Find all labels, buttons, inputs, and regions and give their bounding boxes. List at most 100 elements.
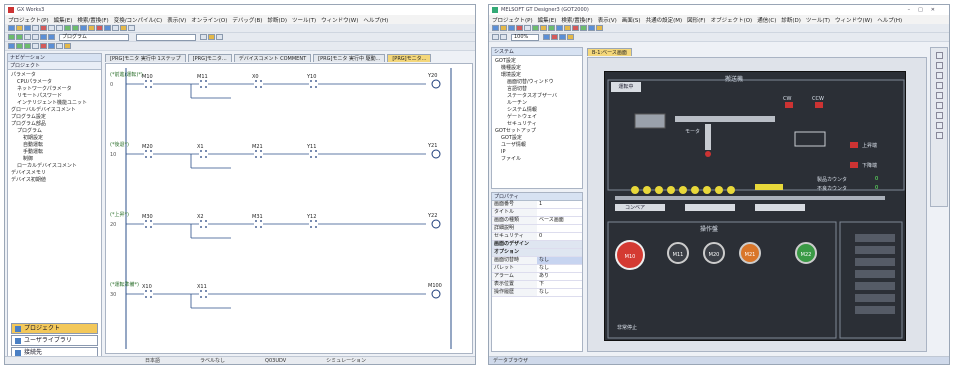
program-combo[interactable]: プログラム bbox=[59, 33, 129, 41]
tree-item[interactable]: 環境設定 bbox=[495, 72, 579, 79]
ladder-icon[interactable] bbox=[8, 43, 15, 49]
save-icon[interactable] bbox=[508, 25, 515, 31]
tree-item[interactable]: 初期設定 bbox=[11, 135, 98, 142]
tree-item[interactable]: ファイル bbox=[495, 156, 579, 163]
coil-icon[interactable] bbox=[24, 34, 31, 40]
property-row[interactable]: セキュリティ 0 bbox=[492, 233, 582, 241]
tree-item[interactable]: セキュリティ bbox=[495, 121, 579, 128]
screen-editor[interactable]: 搬送機 運転中 モータ CW CCW 上昇端 下降端 製品カウンタ 0 不良カウ… bbox=[587, 57, 927, 352]
menu-communication[interactable]: 通信(C) bbox=[757, 16, 776, 24]
tab-program-2[interactable]: [PRG]モニタ... bbox=[187, 54, 232, 62]
copy-icon[interactable] bbox=[48, 25, 55, 31]
paste-icon[interactable] bbox=[532, 25, 539, 31]
select-tool-icon[interactable] bbox=[936, 52, 943, 59]
tree-item[interactable]: 制御 bbox=[11, 156, 98, 163]
tree-item[interactable]: ゲートウェイ bbox=[495, 114, 579, 121]
menu-view[interactable]: 表示(V) bbox=[167, 16, 186, 24]
window-controls[interactable]: –□✕ bbox=[908, 7, 943, 13]
tab-base-screen[interactable]: B-1:ベース画面 bbox=[587, 48, 632, 56]
hline-icon[interactable] bbox=[40, 34, 47, 40]
redo-icon[interactable] bbox=[72, 25, 79, 31]
got-screen[interactable]: 搬送機 運転中 モータ CW CCW 上昇端 下降端 製品カウンタ 0 不良カウ… bbox=[604, 71, 906, 341]
alarm-icon[interactable] bbox=[572, 25, 579, 31]
write-plc-icon[interactable] bbox=[96, 25, 103, 31]
property-row[interactable]: パレット なし bbox=[492, 265, 582, 273]
property-row[interactable]: タイトル bbox=[492, 209, 582, 217]
layer-icon[interactable] bbox=[559, 34, 566, 40]
lamp-m10[interactable]: M10 bbox=[615, 240, 645, 270]
comment-icon[interactable] bbox=[208, 34, 215, 40]
scale-tool-icon[interactable] bbox=[936, 132, 943, 139]
lamp-m22[interactable]: M22 bbox=[795, 242, 817, 264]
tree-item[interactable]: インテリジェント機能ユニット bbox=[11, 100, 98, 107]
property-row[interactable]: 画面の種類 ベース画面 bbox=[492, 217, 582, 225]
tree-item[interactable]: デバイス初期値 bbox=[11, 177, 98, 184]
tab-device-comment[interactable]: デバイスコメント COMMENT bbox=[233, 54, 312, 62]
lamp-m11[interactable]: M11 bbox=[667, 242, 689, 264]
lamp-icon[interactable] bbox=[548, 25, 555, 31]
tree-item[interactable]: プログラム bbox=[11, 128, 98, 135]
graph-icon[interactable] bbox=[580, 25, 587, 31]
menu-tool[interactable]: ツール(T) bbox=[806, 16, 830, 24]
user-library-nav-button[interactable]: ユーザライブラリ bbox=[11, 335, 98, 346]
simulation-icon[interactable] bbox=[120, 25, 127, 31]
menu-screen[interactable]: 画面(S) bbox=[622, 16, 641, 24]
insert-col-icon[interactable] bbox=[56, 43, 63, 49]
tree-item[interactable]: ローカルデバイスコメント bbox=[11, 163, 98, 170]
property-row[interactable]: 操作履歴 なし bbox=[492, 289, 582, 297]
color-icon[interactable] bbox=[551, 34, 558, 40]
rising-icon[interactable] bbox=[16, 43, 23, 49]
lamp-m21[interactable]: M21 bbox=[739, 242, 761, 264]
tree-item[interactable]: システム情報 bbox=[495, 107, 579, 114]
tree-item[interactable]: ステータスオブザーバ bbox=[495, 93, 579, 100]
property-row[interactable]: 画面番号 1 bbox=[492, 201, 582, 209]
zoom-combo[interactable]: 100% bbox=[511, 33, 539, 41]
function-icon[interactable] bbox=[32, 34, 39, 40]
simulator-icon[interactable] bbox=[596, 25, 603, 31]
tab-program-3[interactable]: [PRG]モニタ 実行中 駆動... bbox=[313, 54, 386, 62]
new-icon[interactable] bbox=[8, 25, 15, 31]
tree-item[interactable]: ネットワークパラメータ bbox=[11, 86, 98, 93]
tab-program-4[interactable]: [PRG]モニタ... bbox=[387, 54, 432, 62]
tree-item[interactable]: プログラム設定 bbox=[11, 114, 98, 121]
copy-icon[interactable] bbox=[524, 25, 531, 31]
image-tool-icon[interactable] bbox=[936, 122, 943, 129]
device-combo[interactable] bbox=[136, 33, 196, 41]
tree-item[interactable]: ユーザ情報 bbox=[495, 142, 579, 149]
align-icon[interactable] bbox=[492, 34, 499, 40]
tree-item[interactable]: プログラム部品 bbox=[11, 121, 98, 128]
tree-item[interactable]: ルーチン bbox=[495, 100, 579, 107]
group-icon[interactable] bbox=[500, 34, 507, 40]
data-view-tab[interactable]: データブラウザ bbox=[493, 357, 528, 364]
vline-icon[interactable] bbox=[48, 34, 55, 40]
preview-icon[interactable] bbox=[567, 34, 574, 40]
cut-icon[interactable] bbox=[40, 25, 47, 31]
menu-find[interactable]: 検索/置換(F) bbox=[561, 16, 592, 24]
switch-icon[interactable] bbox=[540, 25, 547, 31]
tree-item[interactable]: 手動運転 bbox=[11, 149, 98, 156]
stop-icon[interactable] bbox=[128, 25, 135, 31]
menu-help[interactable]: ヘルプ(H) bbox=[363, 16, 388, 24]
new-icon[interactable] bbox=[492, 25, 499, 31]
menu-project[interactable]: プロジェクト(P) bbox=[492, 16, 533, 24]
text-tool-icon[interactable] bbox=[936, 102, 943, 109]
paste-icon[interactable] bbox=[56, 25, 63, 31]
tab-program-1[interactable]: [PRG]モニタ 実行中 1ステップ bbox=[105, 54, 186, 62]
project-nav-button[interactable]: プロジェクト bbox=[11, 323, 98, 334]
undo-icon[interactable] bbox=[64, 25, 71, 31]
menu-diagnostics[interactable]: 診断(D) bbox=[267, 16, 287, 24]
statement-icon[interactable] bbox=[216, 34, 223, 40]
menu-view[interactable]: 表示(V) bbox=[598, 16, 617, 24]
rect-tool-icon[interactable] bbox=[936, 72, 943, 79]
menu-window[interactable]: ウィンドウ(W) bbox=[835, 16, 872, 24]
menu-debug[interactable]: デバッグ(B) bbox=[232, 16, 262, 24]
tree-item[interactable]: リモートパスワード bbox=[11, 93, 98, 100]
write-got-icon[interactable] bbox=[588, 25, 595, 31]
tree-item[interactable]: 画面切替/ウィンドウ bbox=[495, 79, 579, 86]
text-icon[interactable] bbox=[564, 25, 571, 31]
menu-project[interactable]: プロジェクト(P) bbox=[8, 16, 49, 24]
tree-item[interactable]: CPUパラメータ bbox=[11, 79, 98, 86]
circle-tool-icon[interactable] bbox=[936, 82, 943, 89]
delete-icon[interactable] bbox=[40, 43, 47, 49]
tree-item[interactable]: GOT設定 bbox=[495, 135, 579, 142]
